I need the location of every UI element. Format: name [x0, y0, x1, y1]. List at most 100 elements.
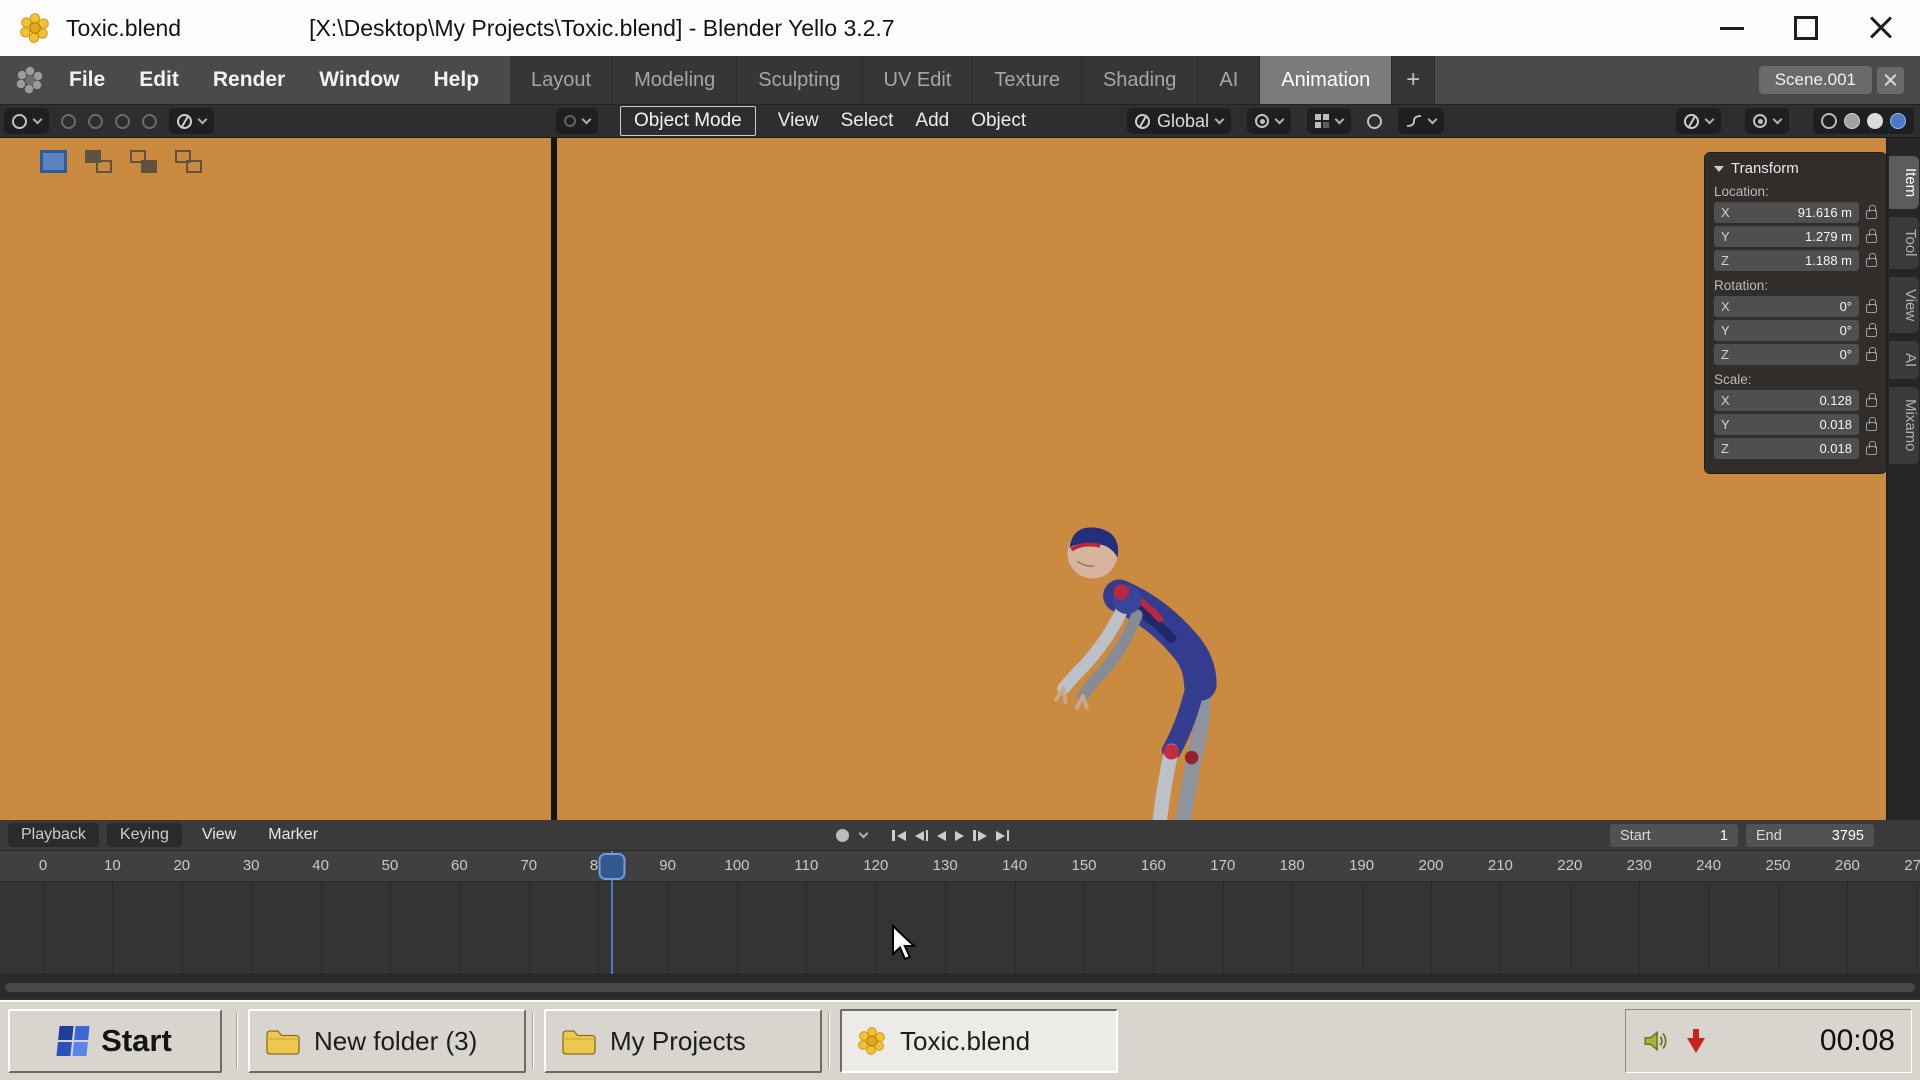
scale-z-field[interactable]: Z 0.018 — [1714, 438, 1859, 459]
start-frame-field[interactable]: Start 1 — [1610, 824, 1738, 847]
area-splitter[interactable] — [551, 138, 557, 820]
sidebar-tab-mixamo[interactable]: Mixamo — [1889, 387, 1919, 464]
workspace-tab-ai[interactable]: AI — [1198, 56, 1260, 104]
snapping-dropdown[interactable] — [1307, 108, 1351, 134]
lock-icon[interactable] — [1866, 446, 1877, 455]
workspace-tab-layout[interactable]: Layout — [510, 56, 613, 104]
lock-icon[interactable] — [1866, 398, 1877, 407]
rotation-z-field[interactable]: Z 0° — [1714, 344, 1859, 365]
taskbar-button-toxic-blend[interactable]: Toxic.blend — [840, 1009, 1118, 1073]
layout-preset-active-icon[interactable] — [40, 150, 67, 173]
prev-keyframe-button[interactable] — [915, 826, 929, 846]
menu-select[interactable]: Select — [841, 110, 894, 132]
mode-selector[interactable]: Object Mode — [620, 106, 756, 136]
header-icon[interactable] — [115, 114, 130, 129]
transform-orientation-dropdown[interactable]: Global — [1127, 108, 1231, 134]
add-workspace-button[interactable]: + — [1392, 56, 1435, 104]
overlays-dropdown[interactable] — [1745, 108, 1789, 134]
location-z-field[interactable]: Z 1.188 m — [1714, 250, 1859, 271]
scale-x-field[interactable]: X 0.128 — [1714, 390, 1859, 411]
jump-to-start-button[interactable] — [892, 826, 906, 846]
workspace-tab-shading[interactable]: Shading — [1082, 56, 1198, 104]
next-keyframe-button[interactable] — [973, 826, 987, 846]
blender-menu-logo-icon[interactable] — [16, 66, 44, 94]
gizmos-dropdown[interactable] — [1676, 108, 1721, 134]
play-button[interactable] — [955, 826, 964, 846]
timeline-marker-menu[interactable]: Marker — [256, 826, 330, 844]
red-arrow-icon[interactable] — [1684, 1027, 1708, 1055]
lock-icon[interactable] — [1866, 352, 1877, 361]
scale-y-field[interactable]: Y 0.018 — [1714, 414, 1859, 435]
pivot-point-dropdown[interactable] — [1247, 108, 1291, 134]
sidebar-tab-view[interactable]: View — [1889, 277, 1919, 333]
lock-icon[interactable] — [1866, 422, 1877, 431]
menu-window[interactable]: Window — [302, 56, 416, 104]
close-button[interactable] — [1868, 15, 1894, 41]
maximize-button[interactable] — [1794, 16, 1818, 40]
lock-icon[interactable] — [1866, 210, 1877, 219]
scene-name-field[interactable]: Scene.001 — [1759, 66, 1872, 94]
timeline-ruler[interactable]: 0102030405060708090100110120130140150160… — [0, 851, 1920, 882]
lock-icon[interactable] — [1866, 328, 1877, 337]
workspace-tab-uv-edit[interactable]: UV Edit — [863, 56, 974, 104]
location-y-field[interactable]: Y 1.279 m — [1714, 226, 1859, 247]
play-reverse-button[interactable] — [937, 826, 946, 846]
layout-preset-icon[interactable] — [130, 150, 157, 173]
blender-file-icon — [858, 1027, 886, 1055]
shading-wireframe-icon[interactable] — [1821, 113, 1837, 129]
lock-icon[interactable] — [1866, 304, 1877, 313]
transform-panel-header[interactable]: Transform — [1714, 160, 1877, 177]
menu-object[interactable]: Object — [971, 110, 1026, 132]
editor-type-dropdown-right[interactable] — [556, 108, 598, 134]
menu-help[interactable]: Help — [417, 56, 497, 104]
sidebar-tab-tool[interactable]: Tool — [1889, 217, 1919, 269]
frame-grid-line — [668, 882, 669, 974]
sidebar-tab-item[interactable]: Item — [1889, 156, 1919, 209]
viewport-area[interactable]: Transform Location: X 91.616 m Y 1.279 m… — [0, 138, 1920, 820]
jump-to-end-button[interactable] — [996, 826, 1010, 846]
sidebar-tab-ai[interactable]: AI — [1889, 341, 1919, 379]
header-icon[interactable] — [88, 114, 103, 129]
auto-keying-button[interactable] — [836, 829, 849, 842]
start-button[interactable]: Start — [8, 1009, 222, 1073]
menu-add[interactable]: Add — [915, 110, 949, 132]
workspace-tab-texture[interactable]: Texture — [973, 56, 1082, 104]
taskbar-button-my-projects[interactable]: My Projects — [544, 1009, 822, 1073]
keying-menu[interactable]: Keying — [107, 823, 182, 847]
workspace-tab-modeling[interactable]: Modeling — [613, 56, 737, 104]
frame-grid-line — [251, 882, 252, 974]
layout-preset-icon[interactable] — [175, 150, 202, 173]
rotation-x-field[interactable]: X 0° — [1714, 296, 1859, 317]
shading-rendered-icon[interactable] — [1890, 113, 1906, 129]
location-x-field[interactable]: X 91.616 m — [1714, 202, 1859, 223]
menu-view[interactable]: View — [778, 110, 819, 132]
playhead-head[interactable] — [599, 853, 626, 880]
view-orb-dropdown[interactable] — [169, 108, 214, 134]
menu-edit[interactable]: Edit — [122, 56, 196, 104]
lock-icon[interactable] — [1866, 234, 1877, 243]
frame-tick-label: 120 — [863, 857, 888, 874]
horizontal-scrollbar[interactable] — [5, 983, 1915, 992]
proportional-falloff-dropdown[interactable] — [1398, 108, 1444, 134]
shading-solid-icon[interactable] — [1844, 113, 1860, 129]
timeline-grid[interactable] — [0, 882, 1920, 974]
layout-preset-icon[interactable] — [85, 150, 112, 173]
speaker-icon[interactable] — [1642, 1027, 1670, 1055]
header-icon[interactable] — [61, 114, 76, 129]
end-frame-field[interactable]: End 3795 — [1746, 824, 1874, 847]
timeline-view-menu[interactable]: View — [190, 826, 248, 844]
workspace-tab-animation[interactable]: Animation — [1260, 56, 1392, 104]
workspace-tab-sculpting[interactable]: Sculpting — [737, 56, 862, 104]
menu-render[interactable]: Render — [196, 56, 302, 104]
proportional-editing-icon[interactable] — [1367, 114, 1382, 129]
editor-type-dropdown[interactable] — [4, 108, 49, 134]
shading-material-icon[interactable] — [1867, 113, 1883, 129]
minimize-button[interactable] — [1720, 27, 1744, 30]
header-icon[interactable] — [142, 114, 157, 129]
menu-file[interactable]: File — [52, 56, 122, 104]
rotation-y-field[interactable]: Y 0° — [1714, 320, 1859, 341]
taskbar-button-new-folder[interactable]: New folder (3) — [248, 1009, 526, 1073]
scene-unlink-button[interactable] — [1877, 67, 1904, 94]
lock-icon[interactable] — [1866, 258, 1877, 267]
playback-menu[interactable]: Playback — [8, 823, 99, 847]
